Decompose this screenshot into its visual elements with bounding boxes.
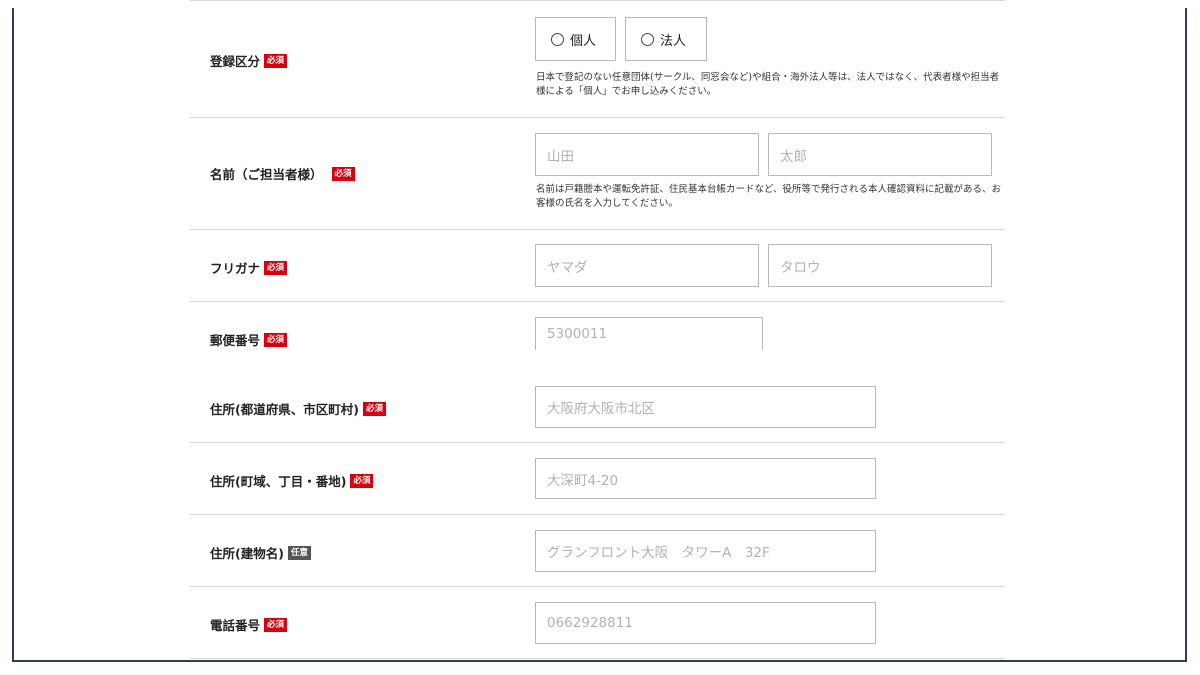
- registration-type-label: 登録区分 必須: [210, 51, 288, 70]
- radio-circle-icon: [641, 32, 654, 46]
- required-badge: 必須: [264, 332, 288, 347]
- divider: [190, 514, 1005, 515]
- radio-individual-label: 個人: [570, 33, 597, 49]
- radio-circle-icon: [551, 32, 564, 46]
- required-badge: 必須: [362, 401, 386, 416]
- divider: [190, 586, 1005, 587]
- address-pref-city-input[interactable]: 大阪府大阪市北区: [535, 386, 876, 428]
- phone-label-text: 電話番号: [210, 618, 261, 633]
- registration-type-label-text: 登録区分: [210, 54, 261, 69]
- divider: [190, 442, 1005, 443]
- page: 登録区分 必須 個人 法人 日本で登記のない任意団体(サークル、同窓会など)や組…: [0, 0, 1200, 675]
- name-label-text: 名前（ご担当者様）: [210, 167, 323, 182]
- address-town-input[interactable]: 大深町4-20: [535, 458, 876, 499]
- radio-corporation[interactable]: 法人: [625, 17, 707, 61]
- address-pref-city-label-text: 住所(都道府県、市区町村): [210, 402, 359, 417]
- name-label: 名前（ご担当者様） 必須: [210, 164, 355, 183]
- first-name-input[interactable]: 太郎: [768, 133, 992, 176]
- divider: [190, 658, 1005, 659]
- postal-code-label-text: 郵便番号: [210, 333, 261, 348]
- phone-label: 電話番号 必須: [210, 615, 288, 634]
- furigana-label: フリガナ 必須: [210, 258, 288, 277]
- divider: [190, 301, 1005, 302]
- radio-individual[interactable]: 個人: [535, 17, 616, 61]
- address-building-input[interactable]: グランフロント大阪 タワーA 32F: [535, 530, 876, 572]
- divider: [190, 117, 1005, 118]
- optional-badge: 任意: [287, 545, 311, 560]
- required-badge: 必須: [350, 473, 374, 488]
- first-name-kana-input[interactable]: タロウ: [768, 244, 992, 287]
- divider: [190, 0, 1005, 1]
- postal-code-label: 郵便番号 必須: [210, 330, 288, 349]
- required-badge: 必須: [331, 166, 355, 181]
- radio-corporation-label: 法人: [660, 33, 687, 49]
- last-name-kana-input[interactable]: ヤマダ: [535, 244, 759, 287]
- address-town-label: 住所(町域、丁目・番地) 必須: [210, 471, 374, 490]
- postal-code-input[interactable]: 5300011: [535, 317, 763, 350]
- name-note: 名前は戸籍謄本や運転免許証、住民基本台帳カードなど、役所等で発行される本人確認資…: [536, 184, 1002, 209]
- required-badge: 必須: [264, 53, 288, 68]
- address-building-label-text: 住所(建物名): [210, 546, 284, 561]
- address-building-label: 住所(建物名) 任意: [210, 543, 311, 562]
- divider: [190, 229, 1005, 230]
- required-badge: 必須: [264, 617, 288, 632]
- last-name-input[interactable]: 山田: [535, 133, 759, 176]
- furigana-label-text: フリガナ: [210, 261, 261, 276]
- phone-input[interactable]: 0662928811: [535, 602, 876, 644]
- registration-type-note: 日本で登記のない任意団体(サークル、同窓会など)や組合・海外法人等は、法人ではな…: [536, 72, 1000, 97]
- address-pref-city-label: 住所(都道府県、市区町村) 必須: [210, 399, 386, 418]
- address-town-label-text: 住所(町域、丁目・番地): [210, 474, 347, 489]
- required-badge: 必須: [264, 260, 288, 275]
